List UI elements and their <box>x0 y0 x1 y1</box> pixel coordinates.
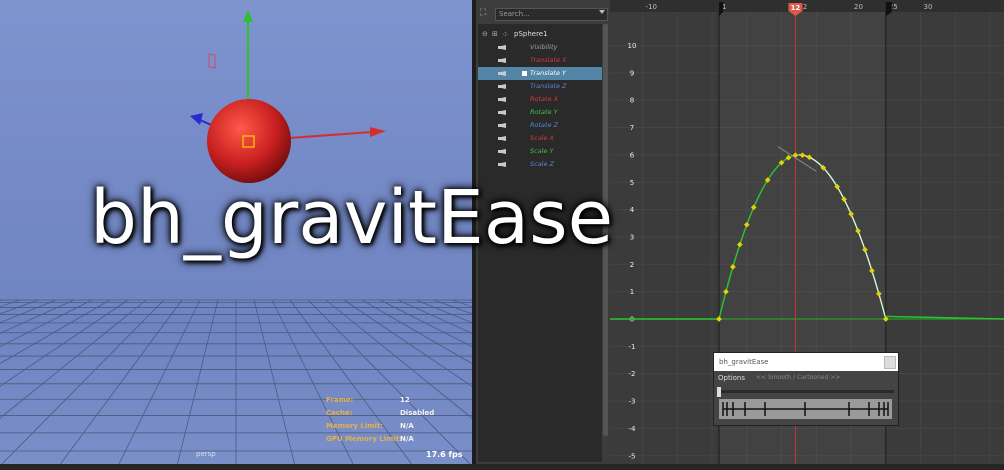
outliner-node-row[interactable]: ⊖ ⊞ ⁘ pSphere1 <box>478 28 602 41</box>
y-axis-label: 9 <box>630 69 634 77</box>
attribute-label: Visibility <box>530 43 558 51</box>
attribute-row[interactable]: Scale Y <box>478 145 602 158</box>
filter-icon[interactable]: ⛶ <box>480 8 491 19</box>
tool-window: bh_gravitEase Options << Smooth / Cartoo… <box>713 352 899 426</box>
hud-value-memory: N/A <box>400 422 414 430</box>
node-label: pSphere1 <box>514 30 548 38</box>
ruler-tick-label: 30 <box>924 3 933 11</box>
range-end-flag <box>885 2 892 16</box>
y-axis-label: 4 <box>630 206 635 214</box>
y-arrow-icon[interactable] <box>243 10 253 22</box>
mode-label: << Smooth / Cartooned >> <box>756 374 841 381</box>
curve-channel-icon <box>498 45 506 50</box>
hud-value-gpu-memory: N/A <box>400 435 414 443</box>
y-axis-label: 6 <box>630 151 635 159</box>
hud-label-frame: Frame: <box>326 396 354 404</box>
attribute-row[interactable]: Rotate Y <box>478 106 602 119</box>
title-overlay: bh_gravitEase <box>90 175 614 261</box>
ruler-tick-label: -10 <box>646 3 657 11</box>
slider-handle[interactable] <box>717 387 721 397</box>
y-axis-label: 8 <box>630 97 634 105</box>
attribute-row[interactable]: Rotate Z <box>478 119 602 132</box>
attribute-label: Rotate Z <box>530 121 559 129</box>
attribute-label: Translate Z <box>530 82 567 90</box>
ruler-tick-label: 20 <box>854 3 863 11</box>
attribute-row[interactable]: Translate Y <box>478 67 602 80</box>
hud-label-memory: Memory Limit: <box>326 422 383 430</box>
attribute-label: Translate Y <box>530 69 567 77</box>
close-icon[interactable] <box>884 356 896 369</box>
y-axis-label: -1 <box>629 343 636 351</box>
ease-ticks <box>722 402 889 416</box>
attribute-row[interactable]: Scale Z <box>478 158 602 171</box>
curve-channel-icon <box>498 97 506 102</box>
y-axis-label: -3 <box>629 398 636 406</box>
ease-preview-bar[interactable] <box>719 399 892 419</box>
collapse-icon[interactable]: ⊖ <box>482 28 488 41</box>
tool-window-title: bh_gravitEase <box>714 353 898 371</box>
y-axis-label: 2 <box>630 261 634 269</box>
curve-channel-icon <box>498 162 506 167</box>
attribute-row[interactable]: Scale X <box>478 132 602 145</box>
hud-value-cache: Disabled <box>400 409 435 417</box>
y-axis-label: 10 <box>628 42 637 50</box>
search-input[interactable]: Search... <box>495 8 608 21</box>
curve-channel-icon <box>498 110 506 115</box>
selected-key-icon <box>522 71 527 76</box>
expand-icon[interactable]: ⊞ <box>492 28 498 41</box>
curve-channel-icon <box>498 84 506 89</box>
sphere-object[interactable] <box>207 99 291 183</box>
attribute-row[interactable]: Visibility <box>478 41 602 54</box>
attribute-label: Rotate X <box>530 95 559 103</box>
hud-label-cache: Cache: <box>326 409 353 417</box>
time-slider-strip[interactable] <box>0 464 1004 470</box>
attribute-row[interactable]: Rotate X <box>478 93 602 106</box>
x-arrow-icon[interactable] <box>370 127 386 137</box>
attribute-label: Scale Y <box>530 147 554 155</box>
curve-channel-icon <box>498 149 506 154</box>
attribute-label: Scale Z <box>530 160 555 168</box>
search-dropdown-icon[interactable] <box>599 10 605 14</box>
attribute-row[interactable]: Translate Z <box>478 80 602 93</box>
curve-channel-icon <box>498 123 506 128</box>
y-axis-label: 7 <box>630 124 634 132</box>
y-axis-label: 5 <box>630 179 634 187</box>
y-axis-label: 3 <box>630 233 634 241</box>
slider-track[interactable] <box>718 390 894 393</box>
curve-channel-icon <box>498 136 506 141</box>
y-axis-label: -4 <box>629 425 637 433</box>
y-axis-label: 1 <box>630 288 634 296</box>
attribute-label: Rotate Y <box>530 108 558 116</box>
camera-name: persp <box>196 450 216 458</box>
y-axis-label: -2 <box>629 370 636 378</box>
transform-node-icon: ⁘ <box>502 30 509 39</box>
y-axis-label: -5 <box>629 452 636 460</box>
attribute-label: Translate X <box>530 56 567 64</box>
fps-counter: 17.6 fps <box>426 450 463 459</box>
hud-value-frame: 12 <box>400 396 410 404</box>
attribute-label: Scale X <box>530 134 555 142</box>
current-frame-label: 12 <box>791 4 801 12</box>
curve-channel-icon <box>498 58 506 63</box>
options-menu[interactable]: Options <box>718 374 745 382</box>
hud-label-gpu-memory: GPU Memory Limit: <box>326 435 402 443</box>
curve-channel-icon <box>498 71 506 76</box>
plane-handle-yz[interactable] <box>208 53 216 69</box>
attribute-row[interactable]: Translate X <box>478 54 602 67</box>
z-arrow-icon[interactable] <box>190 113 203 125</box>
